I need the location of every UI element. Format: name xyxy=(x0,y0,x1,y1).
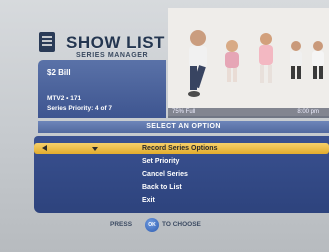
clock: 8:00 pm xyxy=(297,109,319,115)
menu-item-label: Record Series Options xyxy=(142,145,218,152)
show-info-panel: $2 Bill MTV2 • 171 Series Priority: 4 of… xyxy=(38,60,166,118)
series-priority: Series Priority: 4 of 7 xyxy=(47,105,113,112)
video-status-bar: 75% Full 8:00 pm xyxy=(168,108,329,118)
page-subtitle: SERIES MANAGER xyxy=(76,52,149,59)
channel-info: MTV2 • 171 xyxy=(47,95,82,102)
dvr-screen: SHOW LIST SERIES MANAGER $2 Bill MTV2 • … xyxy=(0,0,329,252)
footer-to-choose: TO CHOOSE xyxy=(162,221,201,228)
down-arrow-icon xyxy=(92,147,98,151)
header: SHOW LIST SERIES MANAGER xyxy=(38,30,166,60)
show-list-icon xyxy=(39,32,55,52)
menu-item-set-priority[interactable]: Set Priority xyxy=(34,156,329,167)
menu-item-record-series-options[interactable]: Record Series Options xyxy=(34,143,329,154)
options-menu: Record Series Options Set Priority Cance… xyxy=(34,136,329,213)
footer-press: PRESS xyxy=(110,221,133,228)
live-video-window xyxy=(168,8,329,116)
menu-item-label: Back to List xyxy=(142,184,182,191)
ok-button-icon: OK xyxy=(145,218,159,232)
show-title: $2 Bill xyxy=(47,68,71,77)
menu-item-label: Set Priority xyxy=(142,158,180,165)
select-option-header: SELECT AN OPTION xyxy=(38,121,329,133)
video-image xyxy=(168,8,329,116)
menu-item-back-to-list[interactable]: Back to List xyxy=(34,182,329,193)
menu-item-label: Exit xyxy=(142,197,155,204)
storage-status: 75% Full xyxy=(172,109,196,115)
menu-item-exit[interactable]: Exit xyxy=(34,195,329,206)
menu-item-label: Cancel Series xyxy=(142,171,188,178)
page-title: SHOW LIST xyxy=(66,33,165,52)
left-arrow-icon xyxy=(42,145,47,151)
menu-item-cancel-series[interactable]: Cancel Series xyxy=(34,169,329,180)
